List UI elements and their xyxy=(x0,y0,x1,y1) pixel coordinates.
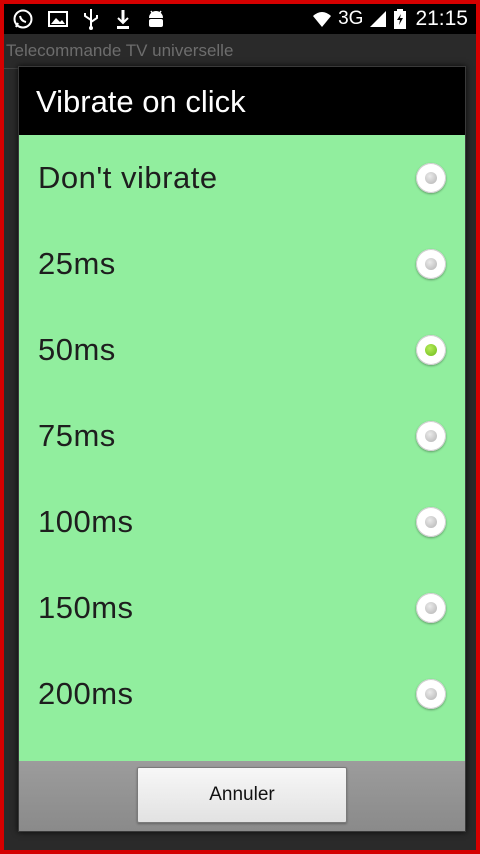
option-label: 50ms xyxy=(38,332,116,367)
download-icon xyxy=(114,8,132,30)
vibrate-dialog: Vibrate on click Don't vibrate 25ms 50ms… xyxy=(18,66,466,832)
usb-icon xyxy=(82,8,100,30)
radio-button[interactable] xyxy=(416,679,446,709)
option-150ms[interactable]: 150ms xyxy=(19,565,465,651)
radio-button[interactable] xyxy=(416,593,446,623)
radio-button[interactable] xyxy=(416,507,446,537)
option-label: 200ms xyxy=(38,676,134,711)
dialog-title: Vibrate on click xyxy=(19,67,465,135)
signal-icon xyxy=(369,10,387,28)
system-status: 3G 21:15 xyxy=(312,7,476,31)
dialog-footer: Annuler xyxy=(19,761,465,831)
option-dont-vibrate[interactable]: Don't vibrate xyxy=(19,135,465,221)
radio-button[interactable] xyxy=(416,249,446,279)
background-divider xyxy=(4,68,18,69)
android-debug-icon xyxy=(146,8,166,30)
wifi-icon xyxy=(312,10,332,28)
option-25ms[interactable]: 25ms xyxy=(19,221,465,307)
gallery-icon xyxy=(48,10,68,28)
option-label: 100ms xyxy=(38,504,134,539)
radio-button[interactable] xyxy=(416,163,446,193)
radio-button-checked[interactable] xyxy=(416,335,446,365)
option-label: 75ms xyxy=(38,418,116,453)
option-label: Don't vibrate xyxy=(38,160,218,195)
battery-charging-icon xyxy=(393,9,407,29)
status-bar: 3G 21:15 xyxy=(4,4,476,34)
option-50ms[interactable]: 50ms xyxy=(19,307,465,393)
option-label: 150ms xyxy=(38,590,134,625)
option-label: 25ms xyxy=(38,246,116,281)
option-200ms[interactable]: 200ms xyxy=(19,651,465,737)
background-app-title: Telecommande TV universelle xyxy=(6,41,234,60)
vibrate-options-list: Don't vibrate 25ms 50ms 75ms 100ms 150ms xyxy=(19,135,465,761)
option-100ms[interactable]: 100ms xyxy=(19,479,465,565)
radio-button[interactable] xyxy=(416,421,446,451)
clock: 21:15 xyxy=(415,7,468,30)
phone-screen: 3G 21:15 Telecommande TV universelle Vib… xyxy=(4,4,476,850)
notification-icons xyxy=(4,8,166,30)
network-type: 3G xyxy=(338,8,364,29)
cancel-button[interactable]: Annuler xyxy=(137,767,347,823)
option-75ms[interactable]: 75ms xyxy=(19,393,465,479)
whatsapp-icon xyxy=(12,8,34,30)
